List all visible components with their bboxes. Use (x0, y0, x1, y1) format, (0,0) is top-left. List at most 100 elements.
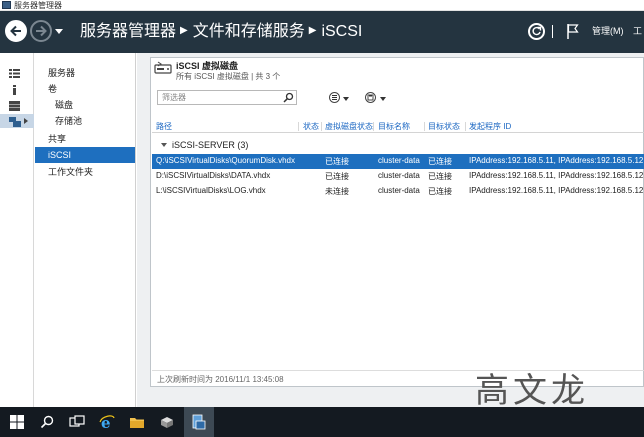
cell-path: D:\iSCSIVirtualDisks\DATA.vhdx (156, 171, 271, 180)
chevron-down-icon[interactable] (380, 97, 386, 101)
column-header-disk-status[interactable]: 虚拟磁盘状态 (325, 121, 373, 132)
search-icon[interactable] (283, 92, 294, 103)
group-label: iSCSI-SERVER (3) (172, 140, 249, 150)
breadcrumb-root[interactable]: 服务器管理器 (80, 23, 176, 40)
server-manager-window-icon (192, 414, 206, 430)
cell-initiator-id: IPAddress:192.168.5.11, IPAddress:192.16… (469, 186, 644, 195)
internet-explorer-button[interactable]: e (92, 407, 122, 437)
rail-all-servers[interactable] (0, 98, 34, 112)
watermark-text: 高文龙 (475, 371, 589, 411)
cell-initiator-id: IPAddress:192.168.5.11, IPAddress:192.16… (469, 156, 644, 165)
refresh-icon (532, 26, 542, 36)
cell-disk-status: 已连接 (325, 157, 349, 166)
column-header-path[interactable]: 路径 (156, 121, 172, 132)
view-options-button[interactable] (329, 92, 340, 103)
arrow-right-icon (36, 25, 47, 37)
icon-rail (0, 53, 34, 407)
cell-disk-status: 已连接 (325, 172, 349, 181)
cell-target-status: 已连接 (428, 157, 452, 166)
notifications-flag-icon[interactable] (566, 23, 580, 40)
search-taskbar-button[interactable] (32, 407, 62, 437)
table-header: 路径 状态 虚拟磁盘状态 目标名称 目标状态 发起程序 ID (152, 120, 644, 133)
column-divider[interactable] (321, 122, 322, 131)
taskbar: e (0, 407, 644, 437)
save-icon (367, 94, 374, 101)
column-divider[interactable] (465, 122, 466, 131)
save-query-button[interactable] (365, 92, 376, 103)
rail-file-storage[interactable] (0, 114, 34, 128)
server-manager-icon (2, 1, 11, 9)
servers-icon (9, 101, 20, 111)
collapse-triangle-icon[interactable] (161, 143, 167, 147)
server-manager-icon (161, 417, 173, 428)
table-row[interactable]: Q:\iSCSIVirtualDisks\QuorumDisk.vhdx 已连接… (152, 154, 644, 169)
filter-input[interactable] (158, 91, 278, 104)
column-divider[interactable] (298, 122, 299, 131)
chevron-right-icon: ▶ (308, 25, 317, 36)
column-divider[interactable] (373, 122, 374, 131)
server-manager-taskbar-button[interactable] (152, 407, 182, 437)
header-divider (552, 25, 553, 38)
nav-item-storage-pools[interactable]: 存储池 (35, 113, 135, 129)
internet-explorer-icon: e (99, 414, 115, 430)
dashboard-icon (9, 69, 20, 78)
manage-menu[interactable]: 管理(M) (592, 24, 624, 38)
panel-subtitle: 所有 iSCSI 虚拟磁盘 | 共 3 个 (176, 72, 281, 81)
arrow-left-icon (10, 25, 21, 37)
task-view-button[interactable] (62, 407, 92, 437)
file-explorer-button[interactable] (122, 407, 152, 437)
breadcrumb: 服务器管理器 ▶ 文件和存储服务 ▶ iSCSI (80, 19, 362, 44)
cell-target-name: cluster-data (378, 186, 420, 195)
history-dropdown[interactable] (55, 29, 63, 34)
folder-icon (130, 418, 144, 428)
nav-item-iscsi[interactable]: iSCSI (35, 147, 135, 163)
breadcrumb-iscsi: iSCSI (321, 23, 363, 40)
back-button[interactable] (5, 20, 27, 42)
iscsi-virtual-disks-panel: iSCSI 虚拟磁盘 所有 iSCSI 虚拟磁盘 | 共 3 个 路径 状态 虚… (150, 57, 644, 387)
refresh-button[interactable] (528, 23, 545, 40)
task-view-icon (69, 415, 85, 427)
column-header-initiator-id[interactable]: 发起程序 ID (469, 121, 511, 132)
window-title: 服务器管理器 (14, 1, 62, 10)
iscsi-disk-icon (154, 61, 172, 74)
cell-disk-status: 未连接 (325, 187, 349, 196)
table-row[interactable]: L:\iSCSIVirtualDisks\LOG.vhdx 未连接 cluste… (152, 184, 644, 199)
nav-item-disks[interactable]: 磁盘 (35, 97, 135, 113)
rail-dashboard[interactable] (0, 66, 34, 80)
window-titlebar: 服务器管理器 (0, 0, 644, 11)
breadcrumb-file-storage[interactable]: 文件和存储服务 (193, 23, 305, 40)
nav-item-shares[interactable]: 共享 (35, 131, 135, 147)
list-icon (332, 95, 337, 100)
cell-path: L:\iSCSIVirtualDisks\LOG.vhdx (156, 186, 266, 195)
search-icon (40, 415, 54, 429)
chevron-right-icon (24, 118, 28, 124)
file-storage-nav: 服务器 卷 磁盘 存储池 共享 iSCSI 工作文件夹 (35, 53, 136, 407)
windows-logo-icon (10, 415, 24, 429)
nav-item-work-folders[interactable]: 工作文件夹 (35, 164, 135, 180)
cell-target-name: cluster-data (378, 156, 420, 165)
tools-menu[interactable]: 工 (633, 24, 642, 38)
virtual-disks-table: 路径 状态 虚拟磁盘状态 目标名称 目标状态 发起程序 ID iSCSI-SER… (152, 120, 644, 199)
column-header-target-name[interactable]: 目标名称 (378, 121, 410, 132)
table-row[interactable]: D:\iSCSIVirtualDisks\DATA.vhdx 已连接 clust… (152, 169, 644, 184)
rail-local-server[interactable] (0, 82, 34, 96)
column-header-target-status[interactable]: 目标状态 (428, 121, 460, 132)
header-bar: 服务器管理器 ▶ 文件和存储服务 ▶ iSCSI 管理(M) 工 (0, 11, 644, 53)
nav-item-volumes[interactable]: 卷 (35, 81, 135, 97)
main-content: iSCSI 虚拟磁盘 所有 iSCSI 虚拟磁盘 | 共 3 个 路径 状态 虚… (137, 53, 644, 407)
column-header-status[interactable]: 状态 (303, 121, 319, 132)
file-storage-icon (9, 117, 21, 127)
cell-initiator-id: IPAddress:192.168.5.11, IPAddress:192.16… (469, 171, 644, 180)
chevron-down-icon[interactable] (343, 97, 349, 101)
filter-box (157, 90, 297, 105)
active-app-taskbar-button[interactable] (184, 407, 214, 437)
cell-path: Q:\iSCSIVirtualDisks\QuorumDisk.vhdx (156, 156, 295, 165)
forward-button[interactable] (30, 20, 52, 42)
chevron-right-icon: ▶ (180, 25, 188, 36)
last-refresh-text: 上次刷新时间为 2016/11/1 13:45:08 (157, 375, 284, 384)
column-divider[interactable] (424, 122, 425, 131)
group-header-iscsi-server[interactable]: iSCSI-SERVER (3) (152, 138, 644, 154)
nav-item-servers[interactable]: 服务器 (35, 65, 135, 81)
cell-target-status: 已连接 (428, 187, 452, 196)
start-button[interactable] (2, 407, 32, 437)
